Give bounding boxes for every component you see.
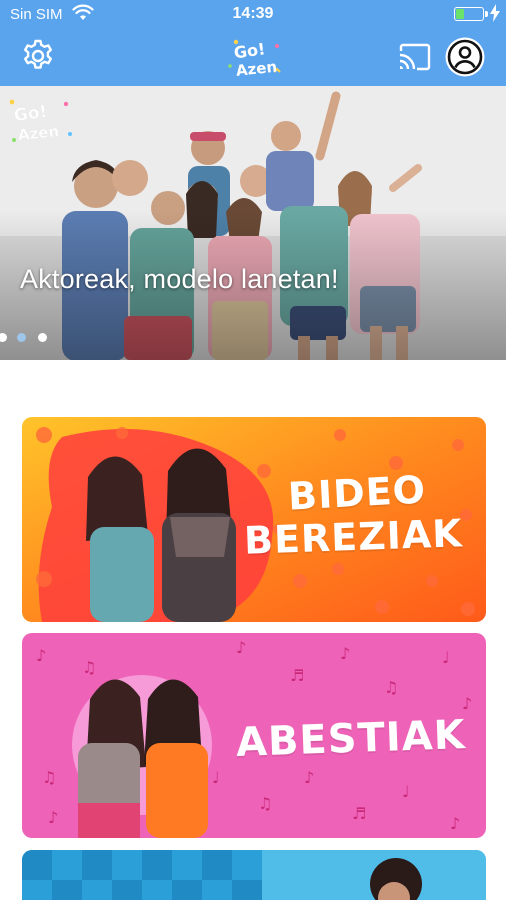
svg-text:♩: ♩ bbox=[402, 782, 410, 801]
cast-icon[interactable] bbox=[398, 43, 432, 71]
charging-bolt-icon bbox=[490, 4, 500, 22]
status-bar: Sin SIM 14:39 bbox=[0, 0, 506, 28]
svg-text:♬: ♬ bbox=[352, 804, 366, 823]
svg-text:♪: ♪ bbox=[450, 814, 460, 833]
svg-text:♪: ♪ bbox=[340, 644, 350, 663]
svg-text:♫: ♫ bbox=[258, 794, 272, 813]
category-card-bideo-bereziak[interactable]: BIDEO BEREZIAK bbox=[22, 417, 486, 622]
svg-text:♪: ♪ bbox=[36, 646, 46, 665]
carousel-dot-2[interactable] bbox=[17, 333, 26, 342]
svg-text:♫: ♫ bbox=[82, 658, 96, 677]
user-circle-icon[interactable] bbox=[444, 36, 486, 78]
screen: Sin SIM 14:39 Go! Azen Go! Azen Aktoreak… bbox=[0, 0, 506, 900]
battery-level bbox=[456, 9, 464, 19]
battery-icon bbox=[454, 7, 484, 21]
svg-text:♩: ♩ bbox=[442, 648, 450, 667]
svg-text:♪: ♪ bbox=[236, 638, 246, 657]
app-logo[interactable]: Go! Azen bbox=[222, 32, 286, 82]
svg-text:♪: ♪ bbox=[48, 808, 58, 827]
category-card-3[interactable] bbox=[22, 850, 486, 900]
category-card-abestiak[interactable]: ♪ ♫ ♪ ♬ ♪ ♫ ♩ ♪ ♫ ♪ ♬ ♩ ♪ ♫ ♪ ♩ ABESTIAK bbox=[22, 633, 486, 838]
app-bar: Go! Azen bbox=[0, 28, 506, 86]
card-3-artwork bbox=[22, 850, 486, 900]
hero-banner[interactable]: Go! Azen Aktoreak, modelo lanetan! bbox=[0, 86, 506, 360]
svg-text:♪: ♪ bbox=[304, 768, 314, 787]
hero-title: Aktoreak, modelo lanetan! bbox=[20, 264, 339, 294]
gear-icon[interactable] bbox=[20, 38, 56, 74]
card-bideo-title-line2: BEREZIAK bbox=[243, 511, 464, 563]
svg-text:Azen: Azen bbox=[235, 58, 278, 80]
svg-text:♪: ♪ bbox=[462, 694, 472, 713]
card-abestiak-title: ABESTIAK bbox=[235, 712, 467, 766]
svg-text:♫: ♫ bbox=[42, 768, 56, 787]
clock: 14:39 bbox=[232, 5, 274, 22]
svg-text:♫: ♫ bbox=[384, 678, 398, 697]
card-bideo-title-line1: BIDEO bbox=[286, 467, 427, 519]
svg-text:♬: ♬ bbox=[290, 666, 304, 685]
battery-tip bbox=[485, 11, 488, 17]
svg-text:♩: ♩ bbox=[212, 768, 220, 787]
carousel-dot-3[interactable] bbox=[38, 333, 47, 342]
header: Sin SIM 14:39 Go! Azen bbox=[0, 0, 506, 86]
